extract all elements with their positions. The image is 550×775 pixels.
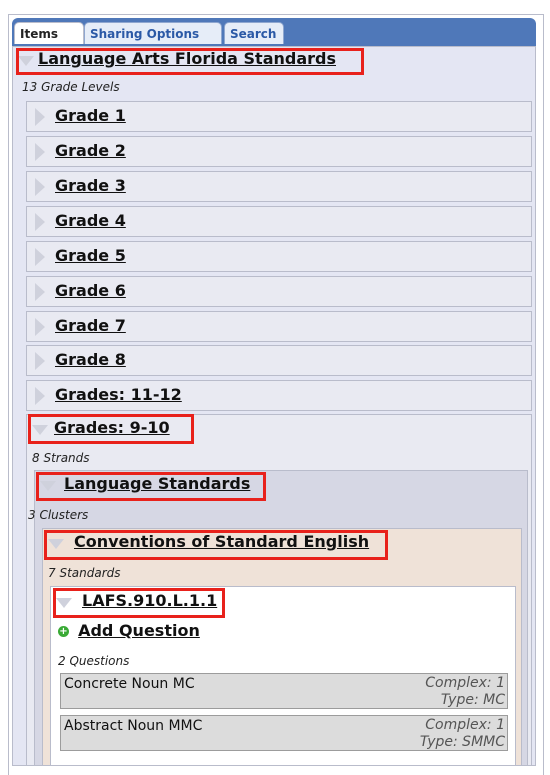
grade-link[interactable]: Grade 1 [55,106,126,125]
grade-link[interactable]: Grade 7 [55,316,126,335]
question-row[interactable]: Concrete Noun MC Complex: 1 Type: MC [60,673,508,709]
grade-row[interactable]: Grades: 11-12 [26,380,532,411]
expand-triangle-icon[interactable] [35,213,45,231]
tab-bar: Items Sharing Options Search [12,18,536,46]
question-row[interactable]: Abstract Noun MMC Complex: 1 Type: SMMC [60,715,508,751]
grade-link[interactable]: Grade 3 [55,176,126,195]
tab-sharing-options[interactable]: Sharing Options [84,22,222,44]
question-meta: Complex: 1 Type: MC [425,675,505,709]
question-complexity: Complex: 1 [425,675,505,691]
grade-row[interactable]: Grade 2 [26,136,532,167]
questions-count: 2 Questions [58,654,130,668]
add-question-link[interactable]: Add Question [78,621,200,640]
grade-row[interactable]: Grade 5 [26,241,532,272]
expand-triangle-icon[interactable] [35,248,45,266]
question-name: Abstract Noun MMC [64,718,203,734]
strands-count: 8 Strands [32,451,90,465]
question-name: Concrete Noun MC [64,676,195,692]
grade-link[interactable]: Grade 6 [55,281,126,300]
grade-link[interactable]: Grade 8 [55,350,126,369]
expand-triangle-icon[interactable] [35,318,45,336]
highlight-box [53,588,225,618]
tab-items[interactable]: Items [14,22,84,44]
highlight-box [36,472,266,501]
grade-link[interactable]: Grades: 11-12 [55,385,182,404]
expand-triangle-icon[interactable] [35,352,45,370]
grade-row[interactable]: Grade 8 [26,345,532,376]
expand-triangle-icon[interactable] [35,283,45,301]
grade-row[interactable]: Grade 4 [26,206,532,237]
highlight-box [44,530,388,560]
question-complexity: Complex: 1 [425,717,505,733]
grade-row[interactable]: Grade 3 [26,171,532,202]
question-type: Type: SMMC [419,734,505,750]
grade-link[interactable]: Grade 4 [55,211,126,230]
expand-triangle-icon[interactable] [35,143,45,161]
grade-link[interactable]: Grade 5 [55,246,126,265]
standards-count: 7 Standards [48,566,121,580]
grade-row[interactable]: Grade 1 [26,101,532,132]
question-type: Type: MC [440,692,505,708]
grade-link[interactable]: Grade 2 [55,141,126,160]
expand-triangle-icon[interactable] [35,108,45,126]
clusters-count: 3 Clusters [28,508,89,522]
add-icon: + [58,626,69,637]
question-meta: Complex: 1 Type: SMMC [420,717,505,751]
grade-row[interactable]: Grade 7 [26,311,532,342]
highlight-box [28,414,194,444]
grade-row[interactable]: Grade 6 [26,276,532,307]
add-question-button[interactable]: + Add Question [58,621,200,643]
grade-levels-count: 13 Grade Levels [22,80,120,94]
highlight-box [16,48,364,75]
expand-triangle-icon[interactable] [35,178,45,196]
expand-triangle-icon[interactable] [35,387,45,405]
tab-search[interactable]: Search [224,22,284,44]
